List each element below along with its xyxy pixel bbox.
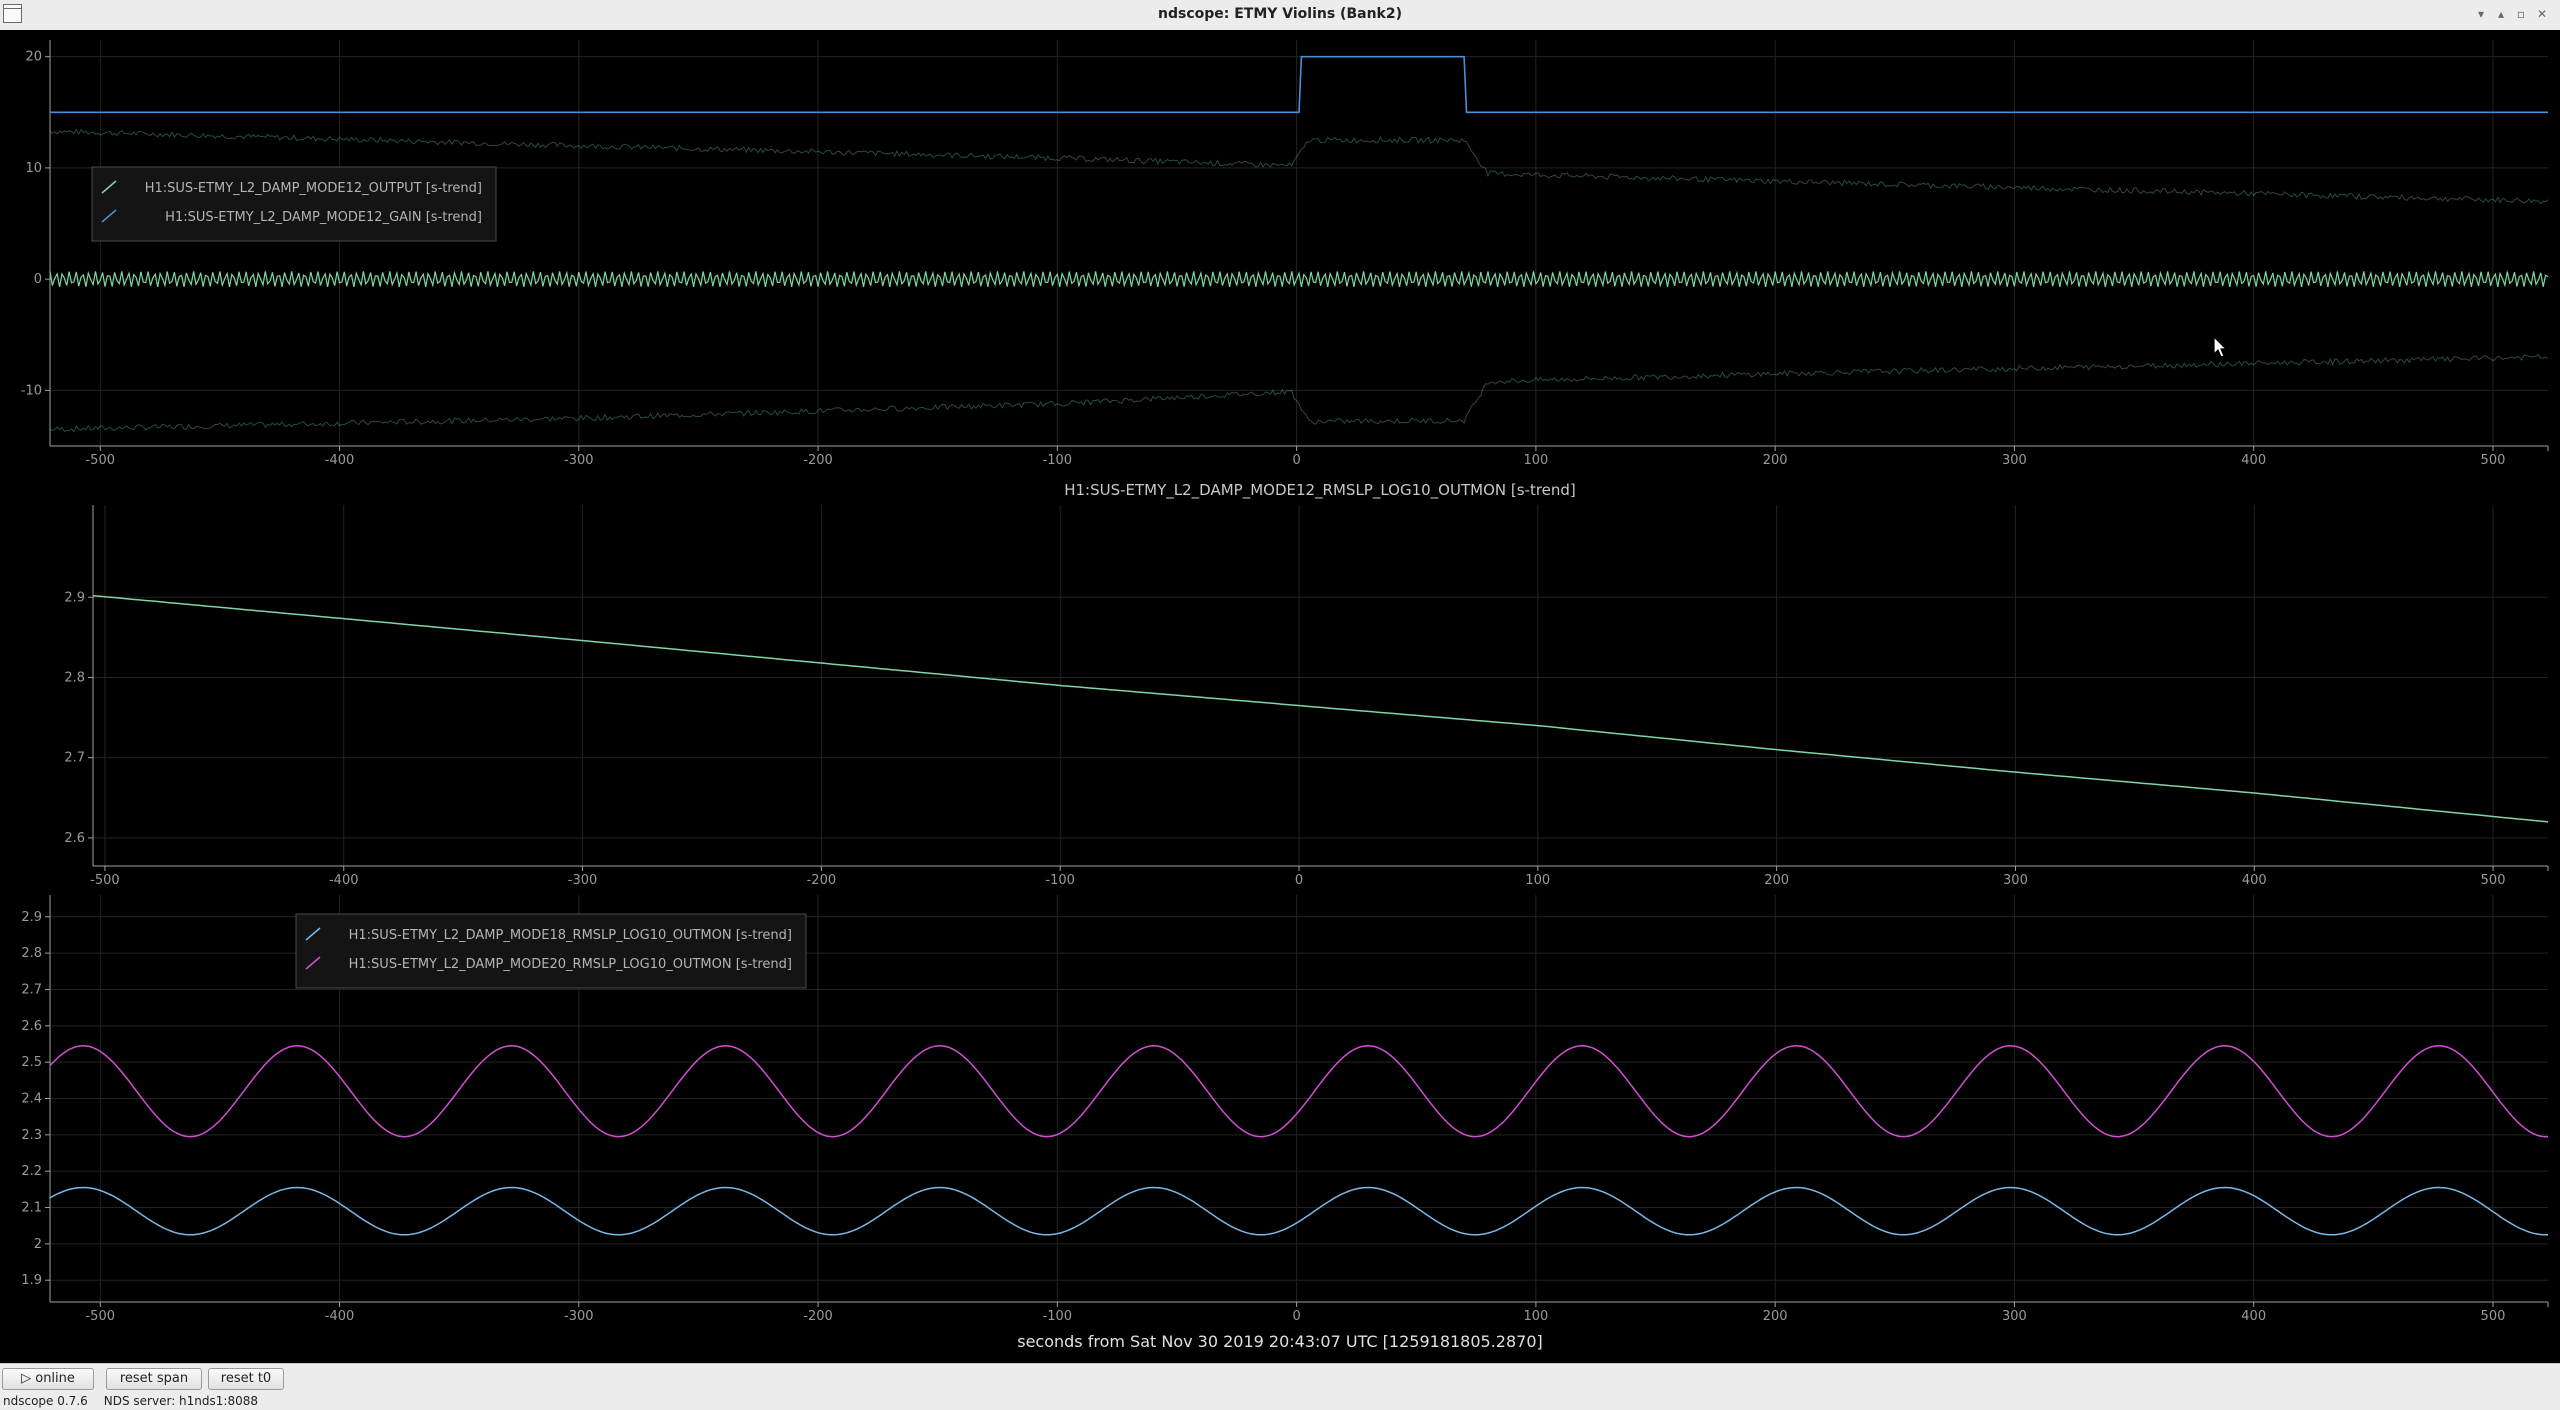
gain-trace <box>50 55 2548 114</box>
x-tick-label: 500 <box>2481 1309 2506 1324</box>
legend-entry: H1:SUS-ETMY_L2_DAMP_MODE12_OUTPUT [s-tre… <box>145 181 482 196</box>
x-tick-label: 500 <box>2481 453 2506 468</box>
x-tick-label: 300 <box>2002 1309 2027 1324</box>
x-tick-label: 100 <box>1523 453 1548 468</box>
x-tick-label: 200 <box>1764 873 1789 888</box>
y-tick-label: 2 <box>34 1237 42 1252</box>
x-tick-label: -500 <box>85 1309 115 1324</box>
y-tick-label: 0 <box>34 272 42 287</box>
x-tick-label: -300 <box>568 873 598 888</box>
x-tick-label: 500 <box>2481 873 2506 888</box>
x-tick-label: -100 <box>1043 453 1073 468</box>
x-tick-label: -500 <box>85 453 115 468</box>
maximize-icon[interactable]: ▫ <box>2514 7 2528 21</box>
y-tick-label: 2.8 <box>21 946 42 961</box>
x-tick-label: -300 <box>564 453 594 468</box>
reset-t0-button[interactable]: reset t0 <box>208 1368 284 1390</box>
y-tick-label: 2.9 <box>21 910 42 925</box>
x-tick-label: -400 <box>325 1309 355 1324</box>
y-tick-label: 2.5 <box>21 1055 42 1070</box>
y-tick-label: 2.3 <box>21 1128 42 1143</box>
x-tick-label: -200 <box>807 873 837 888</box>
y-tick-label: 1.9 <box>21 1273 42 1288</box>
x-axis-label: seconds from Sat Nov 30 2019 20:43:07 UT… <box>1017 1332 1543 1351</box>
plot-2-title: H1:SUS-ETMY_L2_DAMP_MODE12_RMSLP_LOG10_O… <box>1064 481 1576 500</box>
legend-box <box>91 166 497 242</box>
plot-2-axes: -500 -400 -300 -200 -100 0 100 200 300 400 500 2.9 2… <box>64 505 2549 888</box>
x-tick-label: 300 <box>2002 453 2027 468</box>
plot-area[interactable]: -500 -400 -300 -200 -100 0 100 200 300 400 500 20 10… <box>0 30 2560 1363</box>
y-tick-label: 20 <box>25 50 42 65</box>
x-tick-label: 400 <box>2241 453 2266 468</box>
y-tick-label: 10 <box>25 161 42 176</box>
x-tick-label: 100 <box>1523 1309 1548 1324</box>
y-tick-label: 2.1 <box>21 1201 42 1216</box>
x-tick-label: 300 <box>2003 873 2028 888</box>
x-tick-label: 0 <box>1295 873 1303 888</box>
shade-icon[interactable]: ▴ <box>2494 7 2508 21</box>
y-tick-label: 2.9 <box>64 590 85 605</box>
x-tick-label: -500 <box>90 873 120 888</box>
x-tick-label: 0 <box>1292 453 1300 468</box>
x-tick-label: -200 <box>803 453 833 468</box>
scope-canvas[interactable]: -500 -400 -300 -200 -100 0 100 200 300 400 5002010… <box>0 30 2560 1363</box>
window-titlebar[interactable]: ndscope: ETMY Violins (Bank2) ▾ ▴ ▫ ✕ <box>0 0 2560 31</box>
status-bar: ndscope 0.7.6 NDS server: h1nds1:8088 <box>3 1394 274 1408</box>
x-tick-label: -100 <box>1043 1309 1073 1324</box>
x-tick-label: 400 <box>2242 873 2267 888</box>
nds-server-text: NDS server: h1nds1:8088 <box>103 1394 258 1408</box>
x-tick-label: -200 <box>803 1309 833 1324</box>
minimize-icon[interactable]: ▾ <box>2474 7 2488 21</box>
mode18-rmslp-trace <box>49 1186 2549 1236</box>
window-title: ndscope: ETMY Violins (Bank2) <box>1158 6 1402 22</box>
y-tick-label: 2.6 <box>64 831 85 846</box>
mouse-pointer-icon <box>2213 336 2228 358</box>
y-tick-label: 2.6 <box>21 1019 42 1034</box>
x-tick-label: 100 <box>1525 873 1550 888</box>
x-tick-label: 200 <box>1763 453 1788 468</box>
x-tick-label: 400 <box>2241 1309 2266 1324</box>
online-label: online <box>35 1371 75 1386</box>
y-tick-label: 2.7 <box>64 751 85 766</box>
y-tick-label: 2.8 <box>64 670 85 685</box>
legend-entry: H1:SUS-ETMY_L2_DAMP_MODE12_GAIN [s-trend… <box>165 210 482 225</box>
x-tick-label: 0 <box>1292 1309 1300 1324</box>
legend-entry: H1:SUS-ETMY_L2_DAMP_MODE18_RMSLP_LOG10_O… <box>349 928 792 943</box>
reset-span-button[interactable]: reset span <box>106 1368 202 1390</box>
x-tick-label: 200 <box>1763 1309 1788 1324</box>
close-icon[interactable]: ✕ <box>2535 7 2549 21</box>
plot-1-legend: H1:SUS-ETMY_L2_DAMP_MODE12_OUTPUT [s-tre… <box>91 166 497 242</box>
legend-box <box>295 913 807 989</box>
legend-entry: H1:SUS-ETMY_L2_DAMP_MODE20_RMSLP_LOG10_O… <box>349 957 792 972</box>
mode12-rmslp-trace <box>92 594 2549 823</box>
x-tick-label: -400 <box>325 453 355 468</box>
mode20-rmslp-trace <box>49 1045 2549 1138</box>
plot-1-axes: -500 -400 -300 -200 -100 0 100 200 300 400 5002010… <box>21 40 2549 468</box>
online-button[interactable]: ▷ online <box>2 1368 94 1390</box>
output-min-trace <box>49 353 2549 433</box>
y-tick-label: -10 <box>21 383 42 398</box>
control-bar: ▷ online reset span reset t0 ndscope 0.7… <box>0 1363 2560 1410</box>
version-text: ndscope 0.7.6 <box>3 1394 88 1408</box>
plot-3-legend: H1:SUS-ETMY_L2_DAMP_MODE18_RMSLP_LOG10_O… <box>295 913 807 989</box>
y-tick-label: 2.2 <box>21 1164 42 1179</box>
x-tick-label: -300 <box>564 1309 594 1324</box>
x-tick-label: -100 <box>1045 873 1075 888</box>
x-tick-label: -400 <box>329 873 359 888</box>
y-tick-label: 2.4 <box>21 1092 42 1107</box>
y-tick-label: 2.7 <box>21 982 42 997</box>
play-icon: ▷ <box>21 1371 36 1386</box>
